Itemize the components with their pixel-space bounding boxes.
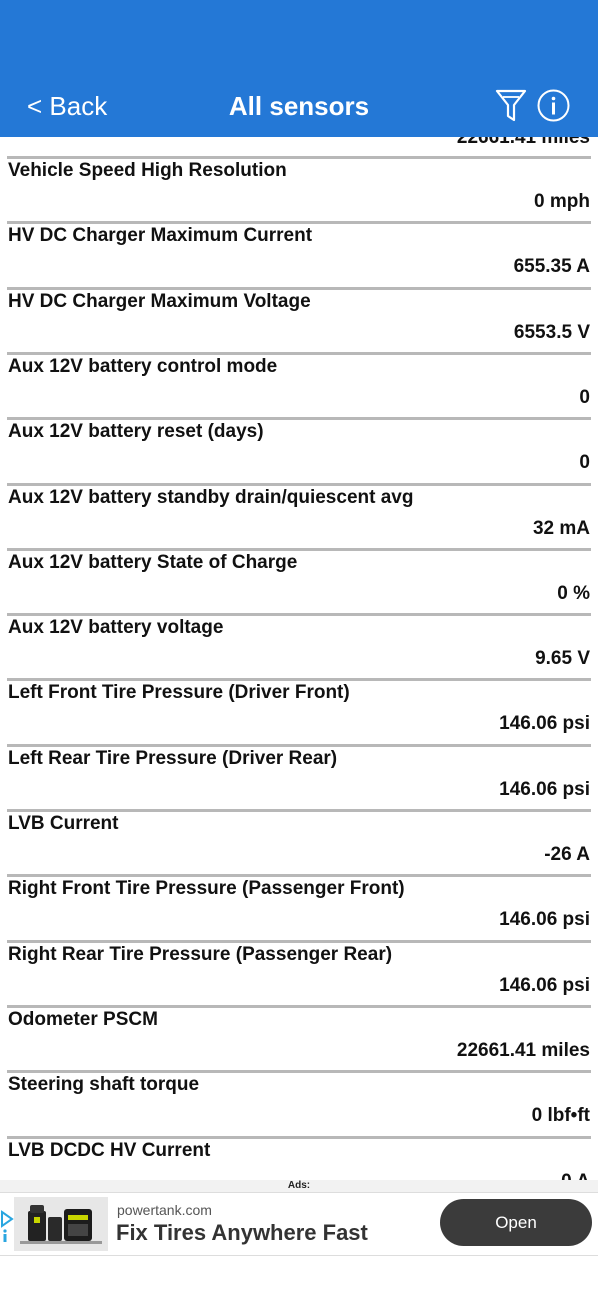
sensor-name: Aux 12V battery State of Charge xyxy=(8,551,298,573)
sensor-row[interactable]: LVB Current -26 A xyxy=(0,812,598,877)
sensor-value: 146.06 psi xyxy=(499,713,590,735)
sensor-value: 32 mA xyxy=(532,517,590,539)
sensor-row[interactable]: Aux 12V battery reset (days) 0 xyxy=(0,420,598,485)
sensor-value: 0 xyxy=(579,386,590,408)
sensor-value: 146.06 psi xyxy=(499,974,590,996)
sensor-row[interactable]: Aux 12V battery State of Charge 0 % xyxy=(0,551,598,616)
sensor-row[interactable]: Right Front Tire Pressure (Passenger Fro… xyxy=(0,877,598,942)
sensor-name: Vehicle Speed High Resolution xyxy=(8,160,287,181)
sensor-value: 0 % xyxy=(557,582,590,604)
sensor-value: 0 A xyxy=(561,1170,590,1181)
sensor-row[interactable]: HV DC Charger Maximum Current 655.35 A xyxy=(0,224,598,289)
sensor-row[interactable]: Vehicle Speed High Resolution 0 mph xyxy=(0,159,598,224)
sensor-row[interactable]: Odometer PSCM 22661.41 miles xyxy=(0,1008,598,1073)
sensor-name: Left Front Tire Pressure (Driver Front) xyxy=(8,682,350,704)
sensor-value: 0 xyxy=(579,452,590,474)
sensor-value: -26 A xyxy=(544,844,590,865)
app-header: < Back All sensors xyxy=(0,0,598,137)
sensor-list[interactable]: 22661.41 miles Vehicle Speed High Resolu… xyxy=(0,137,598,1180)
sensor-value: 0 lbf•ft xyxy=(531,1105,590,1127)
sensor-value: 22661.41 miles xyxy=(456,137,590,148)
sensor-row[interactable]: Steering shaft torque 0 lbf•ft xyxy=(0,1073,598,1138)
sensor-row[interactable]: LVB DCDC HV Current 0 A xyxy=(0,1139,598,1181)
sensor-name: Odometer PSCM xyxy=(8,1008,158,1030)
ad-headline[interactable]: Fix Tires Anywhere Fast xyxy=(116,1219,368,1247)
sensor-name: Aux 12V battery control mode xyxy=(8,355,278,377)
sensor-row[interactable]: Aux 12V battery voltage 9.65 V xyxy=(0,616,598,681)
tire-inflator-product-image[interactable] xyxy=(14,1197,108,1251)
sensor-row[interactable]: Right Rear Tire Pressure (Passenger Rear… xyxy=(0,943,598,1008)
sensor-value: 6553.5 V xyxy=(513,321,590,343)
sensor-row[interactable]: Left Rear Tire Pressure (Driver Rear) 146… xyxy=(0,747,598,812)
sensor-name: Right Rear Tire Pressure (Passenger Rear… xyxy=(8,943,393,965)
sensor-value: 146.06 psi xyxy=(499,778,590,800)
sensor-row[interactable]: HV DC Charger Maximum Voltage 6553.5 V xyxy=(0,290,598,355)
sensor-name: LVB Current xyxy=(8,813,119,834)
sensor-row[interactable]: Left Front Tire Pressure (Driver Front) 1… xyxy=(0,681,598,746)
ad-domain: powertank.com xyxy=(117,1202,212,1218)
sensor-value: 0 mph xyxy=(534,191,590,212)
sensor-value: 655.35 A xyxy=(513,256,590,278)
sensor-name: Steering shaft torque xyxy=(8,1074,200,1096)
sensor-name: HV DC Charger Maximum Voltage xyxy=(8,290,311,312)
sensor-value: 22661.41 miles xyxy=(456,1039,590,1061)
ad-banner[interactable]: powertank.com Fix Tires Anywhere Fast Op… xyxy=(0,1192,598,1256)
ad-label: Ads: xyxy=(287,1180,311,1191)
sensor-name: Aux 12V battery standby drain/quiescent … xyxy=(8,486,414,508)
adchoices-icon[interactable] xyxy=(0,1209,14,1243)
info-icon[interactable] xyxy=(537,89,570,122)
sensor-row[interactable]: Aux 12V battery standby drain/quiescent … xyxy=(0,486,598,551)
filter-icon[interactable] xyxy=(495,88,527,124)
sensor-name: LVB DCDC HV Current xyxy=(8,1139,211,1161)
sensor-name: Right Front Tire Pressure (Passenger Fro… xyxy=(8,878,405,900)
sensor-name: Aux 12V battery voltage xyxy=(8,617,224,639)
sensor-name: Aux 12V battery reset (days) xyxy=(8,421,264,443)
sensor-value: 9.65 V xyxy=(535,648,590,670)
sensor-name: Left Rear Tire Pressure (Driver Rear) xyxy=(8,747,338,769)
sensor-name: HV DC Charger Maximum Current xyxy=(8,225,313,247)
sensor-row[interactable]: Aux 12V battery control mode 0 xyxy=(0,355,598,420)
open-button[interactable]: Open xyxy=(440,1199,592,1246)
ad-label-bar: Ads: xyxy=(0,1180,598,1192)
sensor-value: 146.06 psi xyxy=(499,909,590,931)
